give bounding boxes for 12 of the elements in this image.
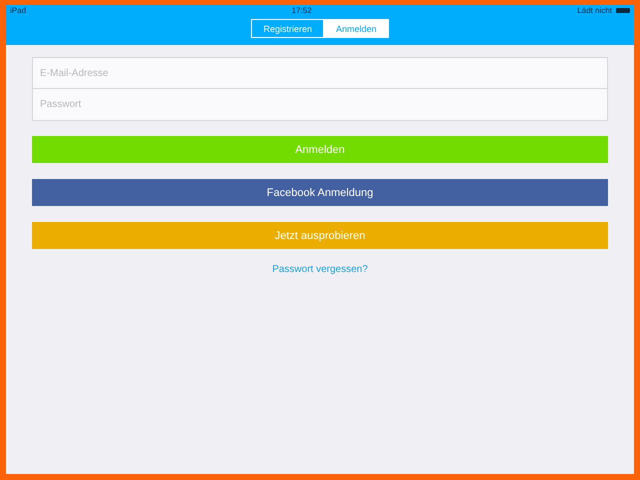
action-button[interactable]: Jetzt ausprobieren (32, 222, 608, 249)
input-field[interactable]: Passwort (32, 89, 608, 121)
device-name: iPad (10, 6, 26, 15)
battery-status: Lädt nicht (577, 6, 612, 15)
segment-tab[interactable]: Registrieren (251, 19, 324, 38)
battery-icon (616, 8, 630, 13)
action-button[interactable]: Anmelden (32, 136, 608, 163)
clock-time: 17:52 (292, 6, 312, 15)
segment-tab[interactable]: Anmelden (324, 19, 389, 38)
forgot-password-link[interactable]: Passwort vergessen? (272, 264, 368, 275)
action-button[interactable]: Facebook Anmeldung (32, 179, 608, 206)
input-field[interactable]: E-Mail-Adresse (32, 57, 608, 89)
